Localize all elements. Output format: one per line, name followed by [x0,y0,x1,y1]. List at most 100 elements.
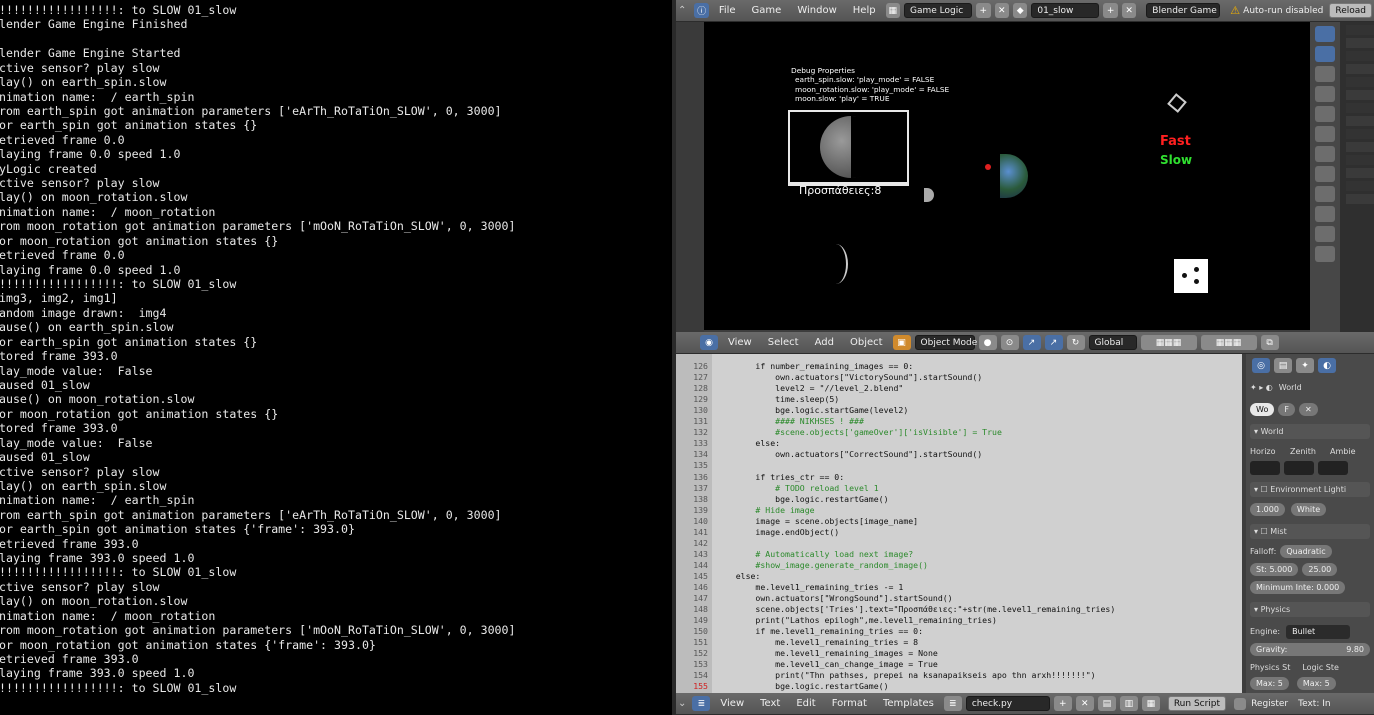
outliner-row[interactable] [1346,168,1374,178]
outliner-row[interactable] [1346,129,1374,139]
slow-label[interactable]: Slow [1160,153,1192,167]
horizon-color[interactable] [1250,460,1280,475]
tool-button[interactable] [1315,186,1335,202]
code-line[interactable]: me.level1_remaining_tries = 8 [716,637,918,648]
tool-button[interactable] [1315,226,1335,242]
orientation-select[interactable]: Global [1088,335,1137,350]
rotate-icon[interactable]: ↻ [1066,335,1085,350]
menu-format[interactable]: Format [832,698,867,709]
code-line[interactable]: image = scene.objects[image_name] [716,516,918,527]
fast-label[interactable]: Fast [1160,134,1191,149]
code-line[interactable]: own.actuators["CorrectSound"].startSound… [716,449,982,460]
falloff-select[interactable]: Quadratic [1280,545,1332,558]
scroll-down-icon[interactable]: ⌄ [678,698,686,709]
lock-icon[interactable]: ⧉ [1260,335,1279,350]
menu-game[interactable]: Game [752,5,782,16]
run-script-button[interactable]: Run Script [1167,696,1227,711]
code-line[interactable]: #scene.objects['gameOver']['isVisible'] … [716,427,1002,438]
layers-icon[interactable]: ▦▦▦ [1200,335,1257,350]
code-line[interactable]: if number_remaining_images == 0: [716,361,913,372]
code-line[interactable]: if me.level1_remaining_tries == 0: [716,626,923,637]
scroll-up-icon[interactable]: ⌃ [678,5,686,16]
layout-grid-icon[interactable]: ▦ [885,3,900,18]
mist-depth[interactable]: 25.00 [1302,563,1338,576]
text-editor-type-icon[interactable]: ≣ [692,696,711,711]
text-datablock-icon[interactable]: ≣ [943,696,962,711]
code-line[interactable]: bge.logic.restartGame() [716,681,888,692]
code-line[interactable]: own.actuators["VictorySound"].startSound… [716,372,982,383]
mist-section[interactable]: ▾ ☐ Mist [1250,524,1370,539]
terminal-window[interactable]: !!!!!!!!!!!!!!!!!!: to SLOW 01_slow Blend… [0,0,672,715]
gravity-field[interactable]: Gravity: 9.80 [1250,643,1370,656]
outliner-row[interactable] [1346,194,1374,204]
code-line[interactable]: bge.logic.startGame(level2) [716,405,908,416]
code-line[interactable]: # Automatically load next image? [716,549,913,560]
translate-icon[interactable]: ↗ [1044,335,1063,350]
code-line[interactable]: image.endObject() [716,527,839,538]
code-line[interactable]: #show_image.generate_random_image() [716,560,928,571]
tool-button[interactable] [1315,106,1335,122]
menu-help[interactable]: Help [853,5,876,16]
scene-close-icon[interactable]: ✕ [1121,3,1137,18]
world-close-icon[interactable]: ✕ [1298,403,1318,416]
zenith-color[interactable] [1284,460,1314,475]
text-editor[interactable]: 126 127 128 129 130 131 132 133 134 135 136 137 138 1… [676,354,1242,694]
code-line[interactable]: me.level1_remaining_tries -= 1 [716,582,903,593]
render-engine-select[interactable]: Blender Game [1146,3,1221,18]
code-line[interactable]: print("Thn pathses, prepei na ksanapaiks… [716,670,1095,681]
menu-templates[interactable]: Templates [883,698,934,709]
outliner-row[interactable] [1346,77,1374,87]
syntax-icon[interactable]: ▦ [1141,696,1160,711]
outliner-row[interactable] [1346,142,1374,152]
scene-add-icon[interactable]: + [1103,3,1118,18]
shading-icon[interactable]: ● [978,335,997,350]
code-line[interactable]: scene.objects['Tries'].text="Προσπάθειες… [716,604,1115,615]
code-line[interactable]: if tries_ctr == 0: [716,472,844,483]
scene-tab-icon[interactable]: ✦ [1296,358,1314,373]
outliner-row[interactable] [1346,25,1374,35]
view3d-type-icon[interactable]: ◉ [700,335,718,350]
game-viewport[interactable]: Debug Properties earth_spin.slow: 'play_… [704,22,1310,330]
menu-add[interactable]: Add [815,337,834,348]
world-section[interactable]: ▾ World [1250,424,1370,439]
tool-button[interactable] [1315,26,1335,42]
tool-button[interactable] [1315,126,1335,142]
menu-view[interactable]: View [720,698,744,709]
render-tab-icon[interactable]: ◎ [1252,358,1270,373]
menu-edit[interactable]: Edit [796,698,815,709]
layout-field[interactable]: Game Logic [904,3,973,18]
outliner-row[interactable] [1346,90,1374,100]
tool-button[interactable] [1315,146,1335,162]
code-line[interactable]: # TODO reload level 1 [716,483,879,494]
code-line[interactable]: print("Lathos epilogh",me.level1_remaini… [716,615,997,626]
layout-close-icon[interactable]: ✕ [994,3,1009,18]
mist-min-intensity[interactable]: Minimum Inte: 0.000 [1250,581,1346,594]
mode-select[interactable]: Object Mode [914,335,977,350]
env-color-select[interactable]: White [1290,503,1327,516]
text-add-icon[interactable]: + [1053,696,1072,711]
world-tab-icon[interactable]: ◐ [1318,358,1336,373]
scene-field[interactable]: 01_slow [1031,3,1100,18]
code-line[interactable]: # Hide image [716,505,814,516]
code-line[interactable]: me.level1_remaining_images = None [716,648,938,659]
tool-button[interactable] [1315,66,1335,82]
outliner-row[interactable] [1346,155,1374,165]
text-file-field[interactable]: check.py [965,696,1050,711]
menu-view[interactable]: View [728,337,752,348]
physics-section[interactable]: ▾ Physics [1250,602,1370,617]
code-line[interactable]: bge.logic.restartGame() [716,494,888,505]
logic-max-steps[interactable]: Max: 5 [1296,677,1336,690]
outliner-row[interactable] [1346,38,1374,48]
tool-button[interactable] [1315,206,1335,222]
layout-add-icon[interactable]: + [976,3,991,18]
outliner-row[interactable] [1346,51,1374,61]
tool-button[interactable] [1315,86,1335,102]
editor-type-icon[interactable]: ⓘ [694,3,709,18]
line-numbers-icon[interactable]: ▤ [1097,696,1116,711]
env-energy[interactable]: 1.000 [1250,503,1285,516]
outliner-row[interactable] [1346,103,1374,113]
dice-image[interactable] [1174,259,1208,293]
moon-image-card[interactable] [788,110,909,184]
tool-button[interactable] [1315,46,1335,62]
menu-window[interactable]: Window [797,5,836,16]
